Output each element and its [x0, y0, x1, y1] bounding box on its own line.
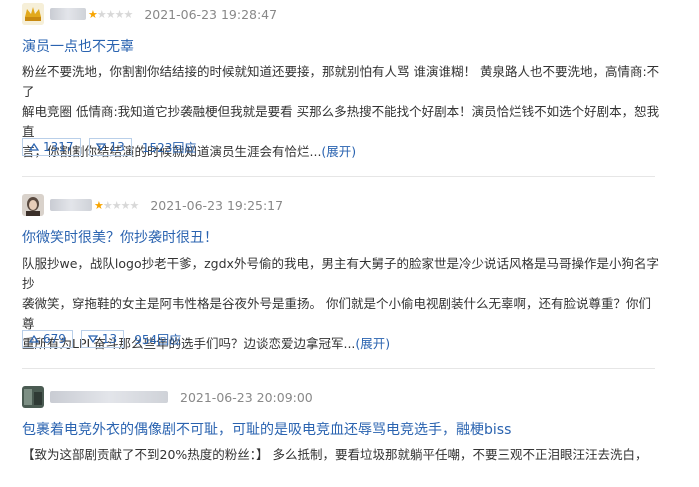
upvote-button[interactable]: 1317 [22, 138, 81, 156]
star-empty: ★★★★ [102, 198, 139, 212]
upvote-count: 679 [43, 332, 66, 346]
downvote-count: 13 [109, 140, 125, 154]
username-blurred[interactable] [50, 199, 92, 211]
triangle-down-icon [95, 143, 106, 151]
rating-stars: ★★★★★ [88, 7, 133, 21]
divider [22, 176, 655, 177]
avatar[interactable] [22, 386, 44, 408]
avatar[interactable] [22, 194, 44, 216]
upvote-button[interactable]: 679 [22, 330, 73, 348]
username-blurred[interactable] [50, 391, 168, 403]
review-title[interactable]: 包裹着电竞外衣的偶像剧不可耻，可耻的是吸电竞血还辱骂电竞选手，融梗biss [22, 419, 511, 439]
triangle-down-icon [87, 335, 98, 343]
avatar[interactable] [22, 3, 44, 25]
star-empty: ★★★★ [96, 7, 133, 21]
star-filled: ★ [94, 198, 104, 212]
downvote-count: 13 [101, 332, 118, 346]
replies-link[interactable]: 954回应 [134, 331, 181, 348]
review-title[interactable]: 你微笑时很美？你抄袭时很丑！ [22, 227, 218, 247]
review-meta: ★★★★★ 2021-06-23 19:28:47 [22, 2, 277, 26]
review-meta: 2021-06-23 20:09:00 [22, 385, 313, 409]
upvote-count: 1317 [43, 140, 74, 154]
replies-link[interactable]: 1523回应 [142, 139, 197, 156]
content-line: 队服抄we，战队logo抄老干爹，zgdx外号偷的我电，男主有大舅子的脸家世是冷… [22, 256, 659, 291]
triangle-up-icon [29, 335, 39, 343]
star-filled: ★ [88, 7, 98, 21]
content-line: 【致为这部剧贡献了不到20%热度的粉丝：】 多么抵制，要看垃圾那就躺平任嘲，不要… [22, 447, 648, 462]
review-timestamp: 2021-06-23 20:09:00 [180, 389, 313, 405]
content-line: 粉丝不要洗地，你割割你结结接的时候就知道还要接，那就别怕有人骂 谁演谁糊！ 黄泉… [22, 64, 660, 99]
review-title[interactable]: 演员一点也不无辜 [22, 36, 134, 56]
content-line: 解电竞圈 低情商:我知道它抄袭融梗但我就是要看 买那么多热搜不能找个好剧本！演员… [22, 104, 660, 139]
triangle-up-icon [29, 143, 39, 151]
expand-link[interactable]: (展开) [321, 144, 356, 159]
review-content: 【致为这部剧贡献了不到20%热度的粉丝：】 多么抵制，要看垃圾那就躺平任嘲，不要… [22, 445, 660, 465]
divider [22, 368, 655, 369]
review-timestamp: 2021-06-23 19:25:17 [150, 197, 284, 213]
downvote-button[interactable]: 13 [88, 138, 132, 156]
username-blurred[interactable] [50, 8, 86, 20]
review-timestamp: 2021-06-23 19:28:47 [144, 6, 278, 22]
review-meta: ★★★★★ 2021-06-23 19:25:17 [22, 193, 283, 217]
rating-stars: ★★★★★ [94, 198, 139, 212]
content-line: 袭微笑，穿拖鞋的女主是阿韦性格是谷夜外号是重扬。 你们就是个小偷电视剧装什么无辜… [22, 296, 651, 331]
expand-link[interactable]: (展开) [355, 336, 390, 351]
review-actions: 679 13 954回应 [22, 330, 181, 348]
review-actions: 1317 13 1523回应 [22, 138, 196, 156]
downvote-button[interactable]: 13 [80, 330, 125, 348]
